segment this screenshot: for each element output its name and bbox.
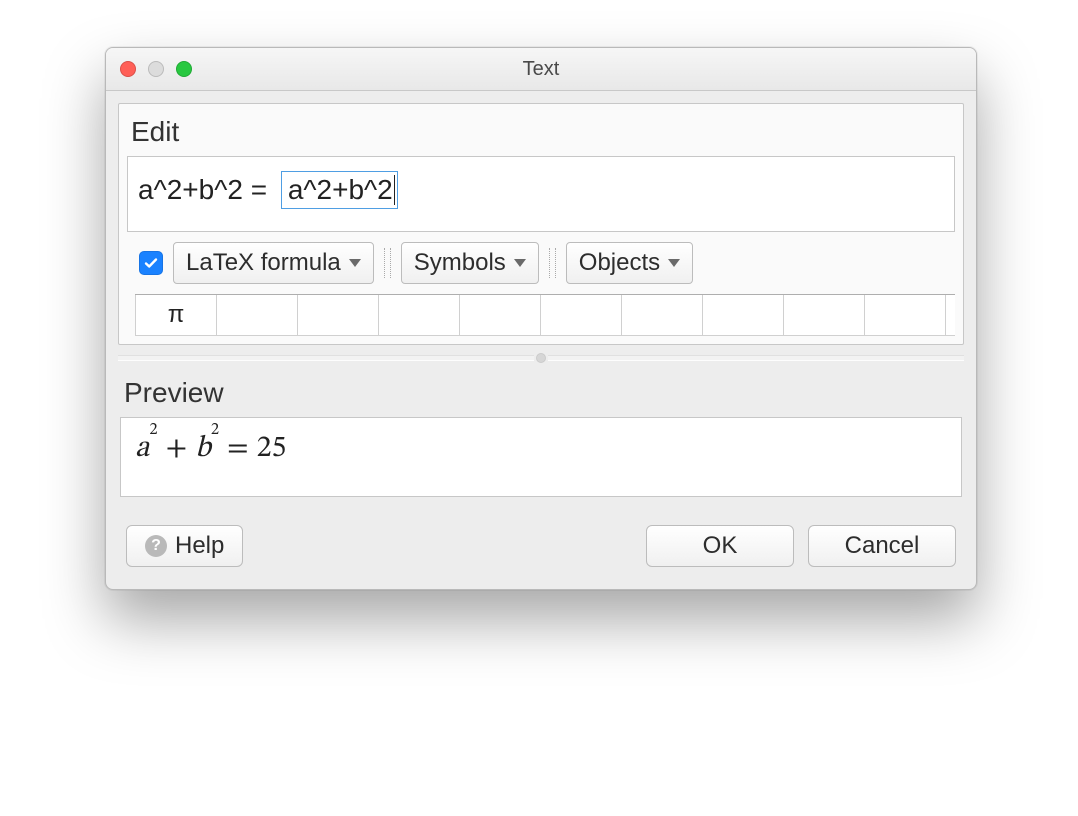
objects-label: Objects [579,249,660,277]
help-icon: ? [145,535,167,557]
math-plus: + [158,430,196,468]
ok-button[interactable]: OK [646,525,794,567]
preview-formula: a2 + b2 = 25 [135,430,947,468]
symbol-tab-pi[interactable]: π [135,295,217,335]
edit-inline-field[interactable]: a^2+b^2 [281,171,398,209]
text-dialog-window: Text Edit a^2+b^2 = a^2+b^2 LaTeX form [105,47,977,590]
objects-dropdown[interactable]: Objects [566,242,693,284]
dialog-body: Edit a^2+b^2 = a^2+b^2 LaTeX formula [106,91,976,589]
symbol-tab-empty[interactable] [460,295,541,335]
window-controls [106,61,192,77]
symbol-tab-empty[interactable] [622,295,703,335]
symbol-tab-empty[interactable] [703,295,784,335]
latex-checkbox[interactable] [139,251,163,275]
close-icon[interactable] [120,61,136,77]
preview-section-label: Preview [118,373,964,417]
symbol-tab-empty[interactable] [784,295,865,335]
zoom-icon[interactable] [176,61,192,77]
title-bar: Text [106,48,976,91]
symbol-tab-empty[interactable] [217,295,298,335]
math-eq: = [219,430,257,468]
edit-static-text: a^2+b^2 = [138,174,275,206]
symbols-dropdown[interactable]: Symbols [401,242,539,284]
symbol-tab-strip: π [135,294,955,336]
preview-box: a2 + b2 = 25 [120,417,962,497]
symbol-tab-empty[interactable] [298,295,379,335]
divider-grip-icon [536,353,546,363]
latex-formula-label: LaTeX formula [186,249,341,277]
cancel-button[interactable]: Cancel [808,525,956,567]
edit-field-text: a^2+b^2 [288,174,393,206]
symbol-tab-empty[interactable] [865,295,946,335]
symbol-tab-empty[interactable] [541,295,622,335]
edit-panel: Edit a^2+b^2 = a^2+b^2 LaTeX formula [118,103,964,345]
edit-input-area[interactable]: a^2+b^2 = a^2+b^2 [127,156,955,232]
chevron-down-icon [514,259,526,267]
chevron-down-icon [349,259,361,267]
edit-section-label: Edit [127,112,955,156]
window-title: Text [106,58,976,81]
help-button[interactable]: ? Help [126,525,243,567]
divider-bar [118,355,534,361]
symbol-tab-empty[interactable] [379,295,460,335]
check-icon [143,255,159,271]
minimize-icon [148,61,164,77]
symbols-label: Symbols [414,249,506,277]
latex-formula-dropdown[interactable]: LaTeX formula [173,242,374,284]
math-b: b [195,430,211,468]
math-result: 25 [257,430,287,468]
divider-bar [548,355,964,361]
dialog-footer: ? Help OK Cancel [118,497,964,571]
edit-toolbar: LaTeX formula Symbols Objects [127,232,955,290]
pane-divider[interactable] [118,345,964,373]
text-caret [394,175,395,205]
chevron-down-icon [668,259,680,267]
toolbar-separator [549,248,556,278]
help-label: Help [175,532,224,560]
math-a: a [135,430,149,468]
toolbar-separator [384,248,391,278]
